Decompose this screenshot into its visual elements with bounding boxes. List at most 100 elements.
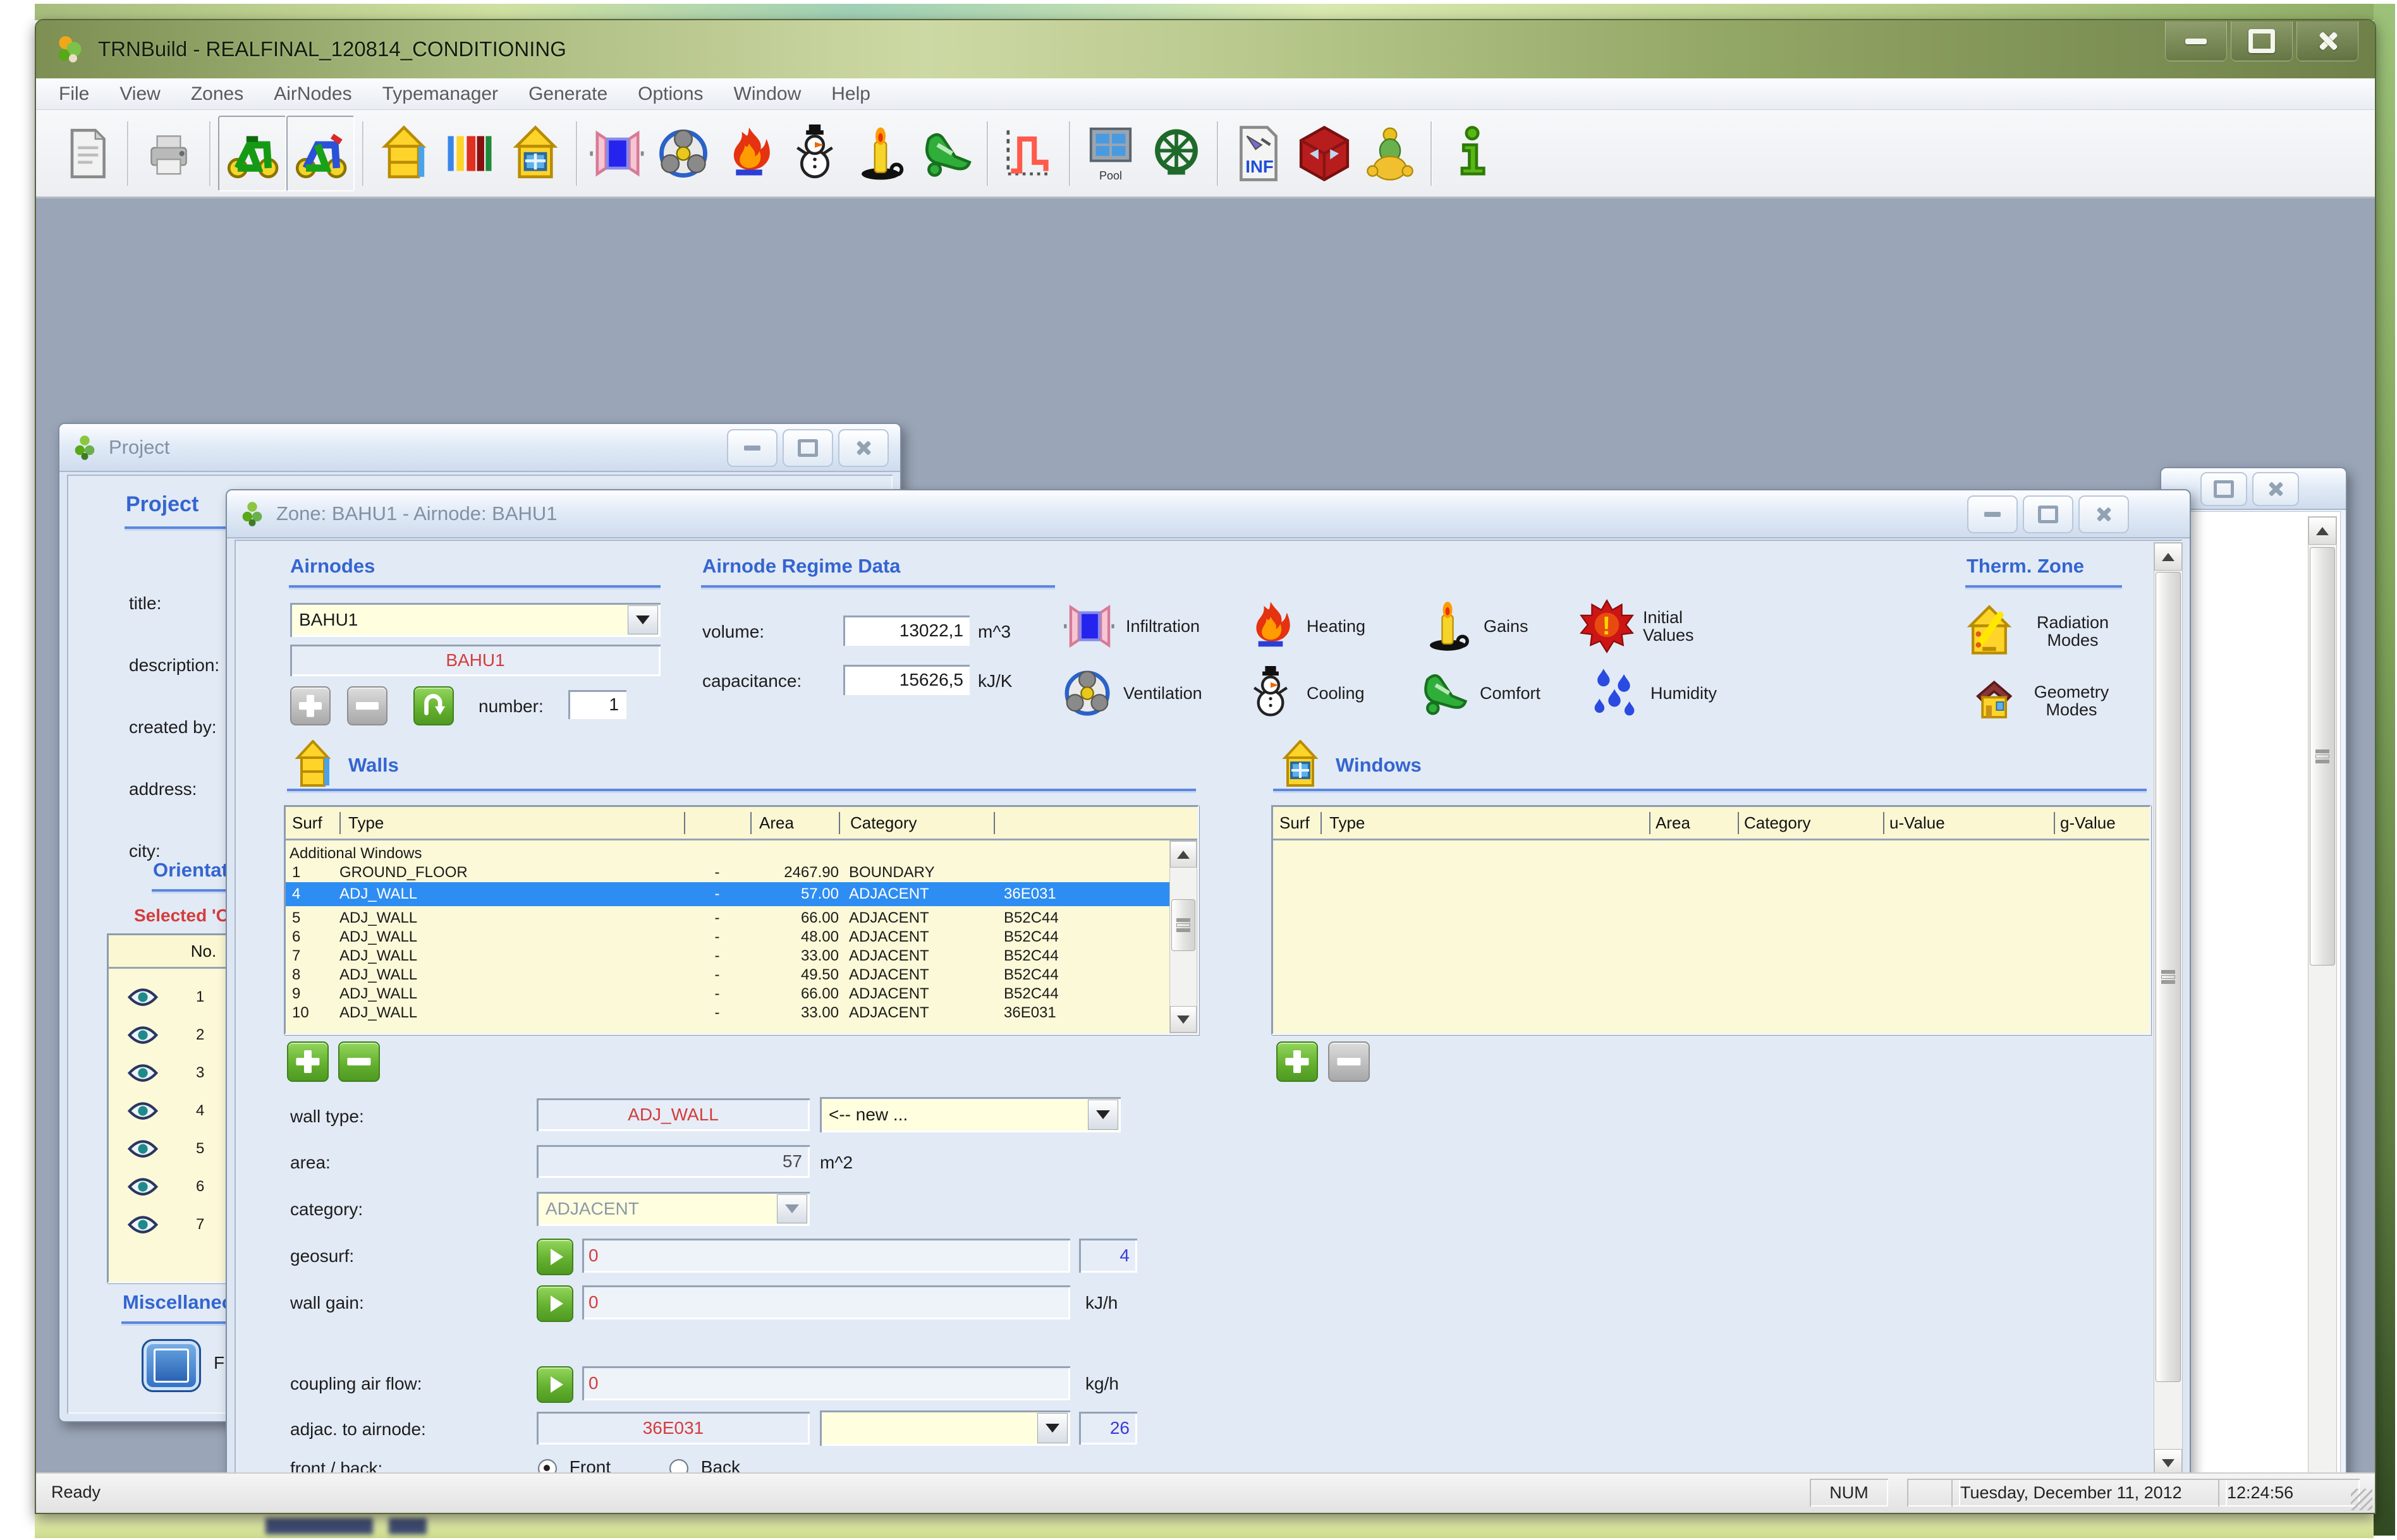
comfort-feature[interactable]: Comfort [1417,666,1540,720]
bg-close-button[interactable] [2252,472,2299,506]
windows-add-button[interactable] [1276,1041,1318,1082]
person-button[interactable] [1357,117,1423,190]
resize-grip[interactable] [2351,1489,2372,1510]
walls-table-scrollbar[interactable] [1169,840,1197,1033]
cooling-feature[interactable]: Cooling [1243,666,1365,720]
new-file-button[interactable] [54,117,119,190]
zone-tower-button[interactable] [371,117,437,190]
walls-add-button[interactable] [287,1041,329,1082]
gains-button[interactable] [848,117,913,190]
zone-minimize-button[interactable] [1967,495,2018,533]
airnode-rename-button[interactable] [413,686,454,725]
coupling-input-button[interactable] [537,1366,573,1403]
geosurf-input-button[interactable] [537,1239,573,1275]
miscellaneous-toggle-button[interactable] [142,1339,201,1392]
list-item[interactable]: 1 [126,979,204,1016]
walls-table[interactable]: Surf Type Area Category Additional Windo… [284,805,1199,1035]
menu-window[interactable]: Window [734,83,802,105]
schedule-plot-button[interactable] [996,117,1061,190]
color-bars-button[interactable] [437,117,503,190]
maximize-button[interactable] [2231,21,2293,61]
ventilation-button[interactable] [650,117,716,190]
list-item[interactable]: 6 [126,1168,204,1205]
project-minimize-button[interactable] [727,429,778,467]
coupling-field[interactable]: 0 [582,1366,1070,1400]
scroll-up-button[interactable] [2154,543,2182,571]
bg-maximize-button[interactable] [2200,472,2247,506]
heating-button[interactable] [716,117,782,190]
table-row[interactable]: 9ADJ_WALL-66.00ADJACENTB52C44 [286,985,1169,1003]
menu-zones[interactable]: Zones [191,83,243,105]
geosurf-field[interactable]: 0 [582,1239,1070,1273]
close-button[interactable] [2296,21,2358,61]
wall-gain-field[interactable]: 0 [582,1285,1070,1319]
dropdown-button[interactable] [628,605,658,634]
inf-document-button[interactable]: INF [1226,117,1291,190]
scroll-down-button[interactable] [2154,1449,2182,1472]
adjacent-airnode-combo[interactable] [820,1410,1070,1446]
gains-feature[interactable]: Gains [1420,599,1528,653]
category-combo[interactable]: ADJACENT [537,1192,810,1226]
table-group-row[interactable]: Additional Windows [286,844,1169,863]
list-item[interactable]: 4 [126,1093,204,1129]
number-field[interactable]: 1 [568,690,626,719]
comfort-button[interactable] [913,117,979,190]
dropdown-button[interactable] [1088,1100,1118,1130]
menu-help[interactable]: Help [831,83,870,105]
zone-vertical-scrollbar[interactable] [2154,542,2183,1472]
scroll-thumb[interactable] [1171,899,1195,951]
airnode-add-button[interactable] [290,686,331,725]
dropdown-button[interactable] [1037,1413,1068,1443]
airnode-remove-button[interactable] [347,686,387,725]
infiltration-feature[interactable]: Infiltration [1063,599,1200,653]
table-row[interactable]: 7ADJ_WALL-33.00ADJACENTB52C44 [286,947,1169,966]
table-row-selected[interactable]: 4ADJ_WALL-57.00ADJACENT36E031 [286,882,1169,906]
front-radio[interactable]: Front [538,1457,611,1472]
red-cube-button[interactable] [1291,117,1357,190]
scroll-up-button[interactable] [2309,517,2336,545]
menu-airnodes[interactable]: AirNodes [274,83,351,105]
walls-remove-button[interactable] [338,1041,380,1082]
project-maximize-button[interactable] [783,429,833,467]
table-row[interactable]: 10ADJ_WALL-33.00ADJACENT36E031 [286,1003,1169,1022]
bg-vertical-scrollbar[interactable] [2308,516,2337,1472]
scroll-thumb[interactable] [2310,547,2335,966]
initial-values-feature[interactable]: ! Initial Values [1580,599,1725,653]
geometry-modes-item[interactable]: Geometry Modes [1968,677,2119,724]
list-item[interactable]: 2 [126,1017,204,1053]
menu-view[interactable]: View [119,83,160,105]
menu-typemanager[interactable]: Typemanager [382,83,498,105]
zone-titlebar[interactable]: Zone: BAHU1 - Airnode: BAHU1 [227,490,2190,538]
list-item[interactable]: 3 [126,1055,204,1091]
zone-close-button[interactable] [2078,495,2129,533]
menu-file[interactable]: File [59,83,89,105]
menu-options[interactable]: Options [638,83,703,105]
humidity-feature[interactable]: Humidity [1587,666,1717,720]
green-wheel-button[interactable] [1144,117,1209,190]
house-window-button[interactable] [503,117,568,190]
heating-feature[interactable]: Heating [1243,599,1365,653]
capacitance-field[interactable]: 15626,5 [843,665,970,695]
table-row[interactable]: 1GROUND_FLOOR-2467.90BOUNDARY [286,863,1169,882]
table-row[interactable]: 8ADJ_WALL-49.50ADJACENTB52C44 [286,966,1169,985]
volume-field[interactable]: 13022,1 [843,615,970,646]
airnode-select[interactable]: BAHU1 [290,603,661,637]
table-row[interactable]: 6ADJ_WALL-48.00ADJACENTB52C44 [286,928,1169,947]
list-item[interactable]: 5 [126,1131,204,1167]
wall-gain-input-button[interactable] [537,1285,573,1322]
project-titlebar[interactable]: Project [59,424,900,472]
menu-generate[interactable]: Generate [528,83,607,105]
minimize-button[interactable] [2165,21,2227,61]
windows-table[interactable]: Surf Type Area Category u-Value g-Value [1271,805,2151,1035]
infiltration-button[interactable] [585,117,650,190]
back-radio[interactable]: Back [669,1457,740,1472]
color-bike-button[interactable] [286,116,355,191]
windows-remove-button[interactable] [1328,1041,1370,1082]
wall-type-combo[interactable]: <-- new ... [820,1097,1121,1132]
scroll-thumb[interactable] [2156,572,2181,1382]
radiation-modes-item[interactable]: Radiation Modes [1962,604,2120,658]
pool-button[interactable]: Pool [1078,117,1144,190]
app-titlebar[interactable]: TRNBuild - REALFINAL_120814_CONDITIONING [36,20,2375,78]
list-item[interactable]: 7 [126,1206,204,1243]
zone-maximize-button[interactable] [2023,495,2073,533]
